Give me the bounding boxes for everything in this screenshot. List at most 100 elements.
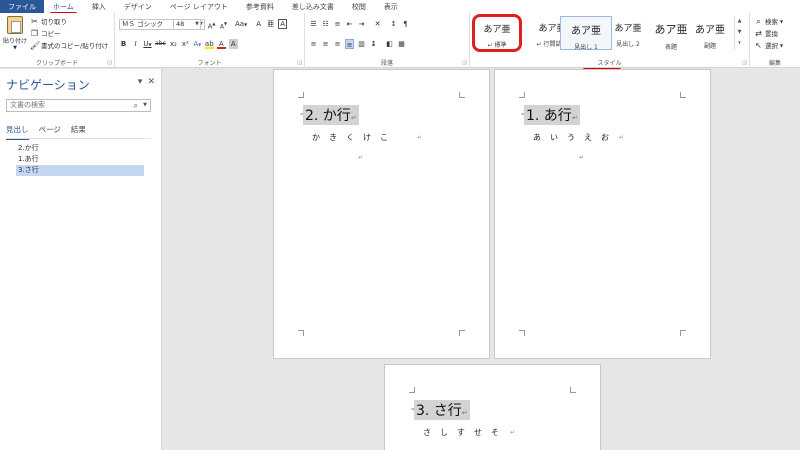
tab-insert[interactable]: 挿入: [83, 0, 115, 13]
font-group-label: フォント: [197, 60, 222, 67]
text-direction-button[interactable]: ✕: [373, 19, 382, 29]
nav-item-ka[interactable]: 2.か行: [16, 143, 144, 154]
tab-mailings[interactable]: 差し込み文書: [283, 0, 343, 13]
show-marks-button[interactable]: ¶: [401, 19, 410, 29]
font-size-combo[interactable]: 48 ▼: [173, 19, 201, 30]
scissors-icon: ✂: [31, 16, 38, 26]
char-shading-button[interactable]: A: [228, 39, 238, 49]
justify-button[interactable]: ≡: [345, 39, 354, 49]
select-button[interactable]: ↖ 選択 ▼: [754, 40, 783, 51]
superscript-button[interactable]: x²: [181, 39, 190, 49]
font-name-value: ＭＳ ゴシック: [122, 20, 164, 28]
scroll-up-icon[interactable]: ▲: [735, 16, 744, 27]
paragraph-mark: ↵: [579, 154, 585, 161]
distribute-button[interactable]: ▥: [357, 39, 366, 49]
styles-scroll[interactable]: ▲ ▼ ▾: [734, 16, 744, 50]
find-label: 検索: [765, 18, 778, 26]
page-2[interactable]: ✛ 1. あ行↵ あいうえお ↵ ↵: [494, 69, 711, 359]
shrink-font-button[interactable]: A▼: [219, 19, 228, 30]
align-center-button[interactable]: ≡: [321, 39, 330, 49]
search-icon[interactable]: ⌕: [134, 100, 138, 111]
copy-button[interactable]: ❐ コピー: [30, 28, 108, 39]
increase-indent-button[interactable]: ⇥: [357, 19, 366, 29]
replace-icon: ⇄: [755, 28, 762, 38]
heading-sa[interactable]: 3. さ行↵: [414, 400, 470, 420]
nav-heading-list: 2.か行 1.あ行 3.さ行: [16, 143, 144, 176]
underline-button[interactable]: U▼: [143, 39, 152, 49]
multilevel-list-button[interactable]: ≡: [333, 19, 342, 29]
font-launcher-icon[interactable]: ◲: [297, 60, 302, 66]
bullets-button[interactable]: ☰: [309, 19, 318, 29]
grow-font-button[interactable]: A▲: [207, 19, 216, 30]
more-styles-icon[interactable]: ▾: [735, 38, 744, 49]
phonetic-guide-button[interactable]: 亜: [266, 19, 275, 29]
tab-home[interactable]: ホーム: [44, 0, 83, 15]
clipboard-launcher-icon[interactable]: ◲: [107, 60, 112, 66]
editing-group: ⌕ 検索 ▼ ⇄ 置換 ↖ 選択 ▼ 編集: [750, 13, 800, 68]
clipboard-group-label: クリップボード: [35, 60, 78, 67]
nav-tabs-divider: [6, 138, 151, 139]
paragraph-launcher-icon[interactable]: ◲: [462, 60, 467, 66]
tab-review[interactable]: 校閲: [343, 0, 375, 13]
change-case-button[interactable]: Aa▼: [235, 19, 247, 29]
nav-search-placeholder: 文書の検索: [10, 101, 45, 109]
clipboard-group: 貼り付け ▼ ✂ 切り取り ❐ コピー 🖌 書式のコピー/貼り付け クリップボー…: [0, 13, 115, 68]
paste-button[interactable]: 貼り付け ▼: [2, 15, 28, 55]
nav-item-a[interactable]: 1.あ行: [16, 154, 144, 165]
style-name: 副題: [703, 43, 716, 50]
decrease-indent-button[interactable]: ⇤: [345, 19, 354, 29]
borders-button[interactable]: ▦: [397, 39, 406, 49]
cut-label: 切り取り: [41, 18, 67, 26]
shading-button[interactable]: ◧: [385, 39, 394, 49]
tab-view[interactable]: 表示: [375, 0, 407, 13]
italic-button[interactable]: I: [131, 39, 140, 49]
replace-button[interactable]: ⇄ 置換: [754, 28, 783, 39]
body-line-ka[interactable]: かきくけこ: [312, 132, 397, 143]
page-1[interactable]: ✛ 2. か行↵ かきくけこ ↵ ↵: [273, 69, 490, 359]
subscript-button[interactable]: x₂: [169, 39, 178, 49]
clear-format-button[interactable]: A: [254, 19, 263, 29]
text-effects-button[interactable]: A▼: [193, 39, 202, 49]
search-icon: ⌕: [756, 16, 761, 26]
style-name: ↵ 標準: [487, 42, 507, 49]
paragraph-group: ☰ ☷ ≡ ⇤ ⇥ ✕ ↕ ¶ ≡ ≡ ≡ ≡ ▥ ↨ ◧ ▦ 段落 ◲: [305, 13, 470, 68]
close-icon[interactable]: ✕: [147, 77, 155, 87]
heading-ka[interactable]: 2. か行↵: [303, 105, 359, 125]
find-button[interactable]: ⌕ 検索 ▼: [754, 16, 783, 27]
tab-page-layout[interactable]: ページ レイアウト: [161, 0, 237, 13]
copy-label: コピー: [41, 30, 61, 38]
chevron-down-icon[interactable]: ▼: [143, 100, 147, 111]
tab-design[interactable]: デザイン: [115, 0, 161, 13]
page-3[interactable]: ✛ 3. さ行↵ さしすせそ ↵: [384, 364, 601, 450]
bold-button[interactable]: B: [119, 39, 128, 49]
strikethrough-button[interactable]: abc: [155, 39, 166, 49]
numbering-button[interactable]: ☷: [321, 19, 330, 29]
style-subtitle[interactable]: あア亜 副題: [684, 16, 736, 50]
style-standard[interactable]: あア亜 ↵ 標準: [472, 14, 522, 52]
cut-button[interactable]: ✂ 切り取り: [30, 16, 108, 27]
paragraph-mark: ↵: [417, 134, 423, 141]
format-painter-button[interactable]: 🖌 書式のコピー/貼り付け: [30, 40, 108, 51]
align-left-button[interactable]: ≡: [309, 39, 318, 49]
align-right-button[interactable]: ≡: [333, 39, 342, 49]
heading-a[interactable]: 1. あ行↵: [524, 105, 580, 125]
tab-file[interactable]: ファイル: [0, 0, 44, 13]
scroll-down-icon[interactable]: ▼: [735, 27, 744, 38]
styles-launcher-icon[interactable]: ◲: [742, 60, 747, 66]
select-label: 選択: [765, 42, 778, 50]
style-sample: あア亜: [695, 25, 725, 36]
navigation-pane: ナビゲーション ▾ ✕ 文書の検索 ⌕ ▼ 見出し ページ 結果 2.か行 1.…: [0, 69, 162, 450]
body-line-sa[interactable]: さしすせそ: [423, 427, 508, 438]
paste-label: 貼り付け: [2, 38, 27, 45]
tab-references[interactable]: 参考資料: [237, 0, 283, 13]
replace-label: 置換: [765, 30, 778, 38]
highlight-button[interactable]: ab: [204, 39, 214, 49]
chevron-down-icon[interactable]: ▾: [138, 77, 143, 87]
body-line-a[interactable]: あいうえお: [533, 132, 618, 143]
sort-button[interactable]: ↕: [389, 19, 398, 29]
nav-item-sa[interactable]: 3.さ行: [16, 165, 144, 176]
nav-search-input[interactable]: 文書の検索 ⌕ ▼: [6, 99, 151, 112]
line-spacing-button[interactable]: ↨: [369, 39, 378, 49]
font-color-button[interactable]: A: [216, 39, 226, 49]
char-border-button[interactable]: A: [278, 19, 288, 29]
